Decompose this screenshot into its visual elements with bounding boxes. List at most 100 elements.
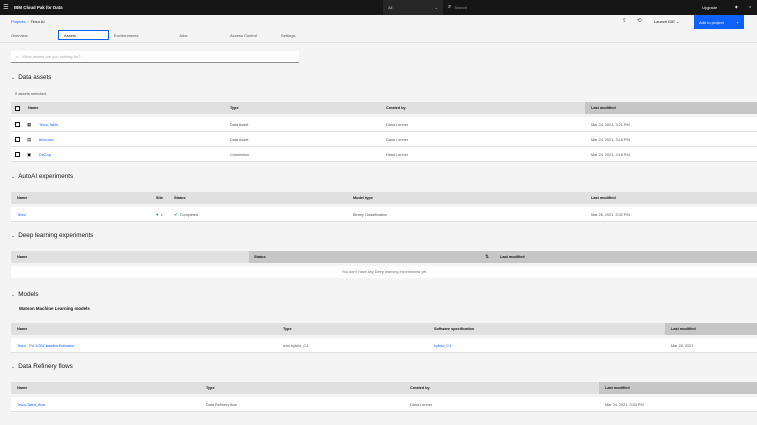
table-row[interactable]: ▣ Db2-cp Connection Dana Lenner Mar 24, … xyxy=(11,147,757,162)
column-header-software-specification[interactable]: Software specification xyxy=(434,323,474,335)
table-row[interactable]: Telco ● 1 ✔ Completed Binary Classificatio… xyxy=(11,207,757,222)
global-search-placeholder[interactable]: Search xyxy=(454,5,467,10)
table-row[interactable]: ▦ Telco-Table Data Asset Dana Lenner Mar… xyxy=(11,117,757,132)
column-header-model-type[interactable]: Model type xyxy=(353,192,373,204)
experiment-name-link[interactable]: Telco xyxy=(17,207,26,222)
column-header-last-modified[interactable]: Last modified xyxy=(671,323,696,335)
site-count: 1 xyxy=(160,212,163,217)
asset-search-input[interactable]: ⌕ What assets are you looking for? xyxy=(11,51,299,63)
pin-icon[interactable]: ✦ xyxy=(734,0,739,15)
asset-type: Connection xyxy=(230,152,250,157)
row-checkbox[interactable] xyxy=(15,137,20,142)
asset-created-by: Dana Lenner xyxy=(386,137,408,142)
database-connection-icon: ▣ xyxy=(27,152,32,157)
column-header-created-by[interactable]: Created by xyxy=(410,382,430,394)
launch-ide-label: Launch IDE xyxy=(654,19,675,24)
add-to-project-button[interactable]: Add to project + xyxy=(694,15,744,29)
column-header-type[interactable]: Type xyxy=(206,382,215,394)
asset-name-link[interactable]: Db2-cp xyxy=(39,147,51,162)
launch-ide-dropdown[interactable]: Launch IDE ⌄ xyxy=(654,19,679,24)
select-all-checkbox[interactable] xyxy=(15,105,20,111)
top-navigation-bar: ☰ IBM Cloud Pak for Data All ⌄ ⌕ Search … xyxy=(0,0,757,15)
experiment-status: ✔ Completed xyxy=(174,207,198,222)
table-icon: ▦ xyxy=(27,122,32,127)
model-type: wml-hybrid_0.1 xyxy=(283,343,309,348)
search-scope-value: All xyxy=(388,5,393,10)
plus-icon: + xyxy=(736,19,739,25)
column-header-name[interactable]: Name xyxy=(17,192,27,204)
column-header-status[interactable]: Status xyxy=(174,192,186,204)
search-icon: ⌕ xyxy=(16,54,19,59)
model-name-link[interactable]: Telco - P4 XGBClassifierEstimator xyxy=(17,338,75,353)
asset-last-modified: Mar 24, 2021, 3:18 PM xyxy=(591,152,630,157)
search-scope-dropdown[interactable]: All ⌄ xyxy=(383,0,443,15)
upgrade-link[interactable]: Upgrade xyxy=(702,0,717,15)
row-checkbox[interactable] xyxy=(15,152,20,157)
section-data-assets[interactable]: ⌄ Data assets xyxy=(11,74,51,81)
project-tabs: Overview Assets Environments Jobs Access… xyxy=(11,30,321,40)
column-header-type[interactable]: Type xyxy=(283,323,292,335)
column-header-name[interactable]: Name xyxy=(17,251,27,263)
experiment-last-modified: Mar 26, 2021, 5:32 PM xyxy=(591,212,630,217)
section-models[interactable]: ⌄ Models xyxy=(11,291,39,298)
history-icon[interactable]: ⟲ xyxy=(637,18,642,24)
flow-created-by: Dana Lenner xyxy=(410,402,432,407)
product-name[interactable]: IBM Cloud Pak for Data xyxy=(14,5,63,10)
section-title: AutoAI experiments xyxy=(18,173,74,180)
table-row[interactable]: Telco-Table_flow Data Refinery flow Dana… xyxy=(11,397,757,412)
flow-name-link[interactable]: Telco-Table_flow xyxy=(17,397,45,412)
tab-settings[interactable]: Settings xyxy=(281,30,321,40)
tabs-divider xyxy=(0,42,757,43)
section-autoai-experiments[interactable]: ⌄ AutoAI experiments xyxy=(11,173,73,180)
asset-created-by: Dana Lenner xyxy=(386,122,408,127)
column-header-site[interactable]: Site xyxy=(156,192,163,204)
column-header-last-modified[interactable]: Last modified xyxy=(500,251,525,263)
section-data-refinery-flows[interactable]: ⌄ Data Refinery flows xyxy=(11,363,73,370)
hamburger-menu-icon[interactable]: ☰ xyxy=(0,4,12,11)
column-header-name[interactable]: Name xyxy=(28,102,38,114)
section-title: Deep learning experiments xyxy=(18,232,94,239)
column-header-name[interactable]: Name xyxy=(17,382,27,394)
column-header-name[interactable]: Name xyxy=(17,323,27,335)
checkmark-circle-icon: ✔ xyxy=(174,211,178,217)
flow-type: Data Refinery flow xyxy=(206,402,238,407)
section-title: Models xyxy=(18,291,39,298)
asset-name-link[interactable]: Telco-Table xyxy=(39,117,58,132)
tab-access-control[interactable]: Access Control xyxy=(230,30,281,40)
column-header-last-modified[interactable]: Last modified xyxy=(605,382,630,394)
asset-name-link[interactable]: telco.csv xyxy=(39,132,54,147)
global-search[interactable]: ⌕ Search xyxy=(448,0,467,15)
column-header-type[interactable]: Type xyxy=(230,102,239,114)
models-table-header: Name Type Software specification Last mo… xyxy=(11,323,757,335)
breadcrumb-separator: / xyxy=(27,19,29,24)
software-spec-link[interactable]: hybrid_0.1 xyxy=(434,338,452,353)
section-deep-learning-experiments[interactable]: ⌄ Deep learning experiments xyxy=(11,232,93,239)
notification-icon[interactable]: ◔ xyxy=(748,0,751,15)
chevron-down-icon: ⌄ xyxy=(11,74,16,81)
asset-last-modified: Mar 24, 2021, 3:21 PM xyxy=(591,122,630,127)
table-row[interactable]: ▤ telco.csv Data Asset Dana Lenner Mar 2… xyxy=(11,132,757,147)
tab-assets[interactable]: Assets xyxy=(58,30,109,40)
status-text: Completed xyxy=(179,212,199,217)
refinery-table-header: Name Type Created by Last modified xyxy=(11,382,757,394)
upload-icon[interactable]: ⇪ xyxy=(622,18,627,24)
tab-overview[interactable]: Overview xyxy=(11,30,58,40)
column-header-created-by[interactable]: Created by xyxy=(386,102,406,114)
model-last-modified: Mar 26, 2021 xyxy=(671,343,694,348)
breadcrumb-current: Telco AI xyxy=(30,19,45,24)
chevron-down-icon: ⌄ xyxy=(11,291,16,298)
table-row[interactable]: Telco - P4 XGBClassifierEstimator wml-hy… xyxy=(11,338,757,353)
breadcrumb-projects[interactable]: Projects xyxy=(11,19,25,24)
chevron-down-icon: ⌄ xyxy=(676,19,680,24)
asset-created-by: Dana Lenner xyxy=(386,152,408,157)
column-header-last-modified[interactable]: Last modified xyxy=(591,192,616,204)
asset-type: Data Asset xyxy=(230,122,249,127)
tab-environments[interactable]: Environments xyxy=(109,30,179,40)
chevron-down-icon: ⌄ xyxy=(434,5,438,10)
tab-jobs[interactable]: Jobs xyxy=(179,30,230,40)
column-header-status[interactable]: Status xyxy=(254,251,266,263)
sort-arrows-icon[interactable]: ⇅ xyxy=(485,254,489,260)
checkmark-filled-icon: ● xyxy=(156,212,159,217)
column-header-last-modified[interactable]: Last modified xyxy=(591,102,616,114)
row-checkbox[interactable] xyxy=(15,122,20,127)
